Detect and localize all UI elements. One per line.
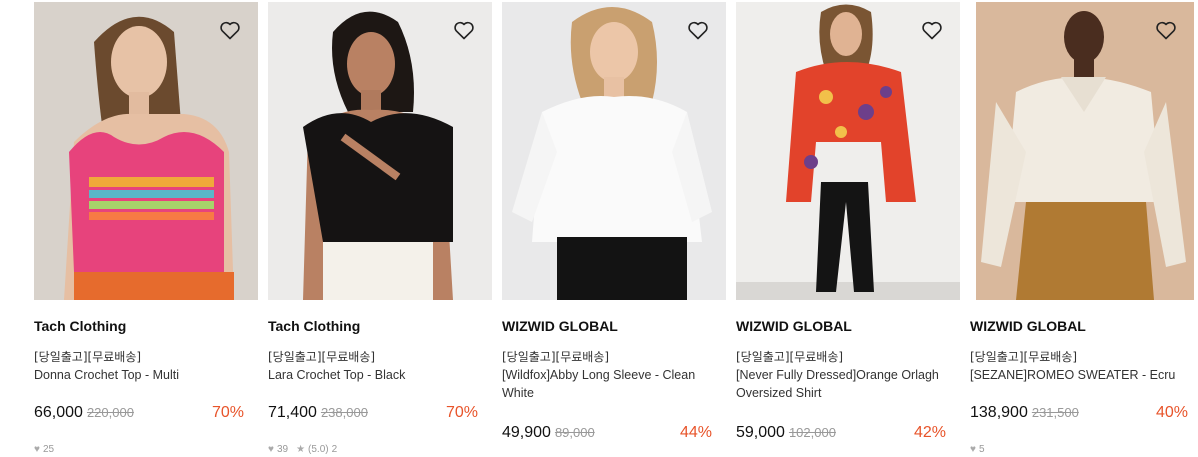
product-card[interactable]: Tach Clothing [당일출고][무료배송] Donna Crochet… [34,0,258,457]
discount-rate: 70% [211,404,244,421]
brand-name[interactable]: WIZWID GLOBAL [970,318,1086,334]
product-name[interactable]: Donna Crochet Top - Multi [34,366,258,384]
heart-icon: ♥ [970,444,976,455]
wishlist-heart-icon[interactable] [452,18,476,42]
shipping-tag: [당일출고][무료배송] [502,350,610,364]
product-photo-white-long-sleeve [502,2,726,300]
discount-rate: 44% [679,424,712,441]
product-grid: Tach Clothing [당일출고][무료배송] Donna Crochet… [0,0,1198,457]
shipping-tag: [당일출고][무료배송] [736,350,844,364]
product-stats: ♥ 39 ★ (5.0) 2 [268,444,337,455]
product-image[interactable] [976,2,1194,300]
original-price: 231,500 [1031,405,1079,420]
product-image[interactable] [736,2,960,300]
product-image[interactable] [34,2,258,300]
wishlist-heart-icon[interactable] [920,18,944,42]
product-photo-orange-shirt [736,2,960,300]
shipping-tag: [당일출고][무료배송] [970,350,1078,364]
product-name[interactable]: Lara Crochet Top - Black [268,366,492,384]
heart-icon: ♥ [268,444,274,455]
like-count: 5 [978,444,985,455]
product-card[interactable]: WIZWID GLOBAL [당일출고][무료배송] [SEZANE]ROMEO… [970,0,1194,457]
product-name[interactable]: [Never Fully Dressed]Orange Orlagh Overs… [736,366,960,402]
shipping-tag: [당일출고][무료배송] [34,350,142,364]
sale-price: 71,400 [268,404,317,421]
price: 138,900 231,500 [970,404,1079,422]
product-card[interactable]: WIZWID GLOBAL [당일출고][무료배송] [Never Fully … [736,0,960,457]
discount-rate: 70% [445,404,478,421]
star-icon: ★ [296,444,306,455]
original-price: 89,000 [554,425,595,440]
product-image[interactable] [502,2,726,300]
wishlist-heart-icon[interactable] [686,18,710,42]
discount-rate: 40% [1155,404,1188,421]
sale-price: 49,900 [502,424,551,441]
price: 49,900 89,000 [502,424,595,442]
original-price: 238,000 [320,405,368,420]
review-count: 2 [331,444,338,455]
product-stats: ♥ 5 [970,444,985,455]
product-photo-ecru-sweater [976,2,1194,300]
original-price: 102,000 [788,425,836,440]
product-stats: ♥ 25 [34,444,54,455]
brand-name[interactable]: Tach Clothing [268,318,360,334]
price: 71,400 238,000 [268,404,368,422]
shipping-tag: [당일출고][무료배송] [268,350,376,364]
like-count: 39 [276,444,289,455]
like-count: 25 [42,444,55,455]
discount-rate: 42% [913,424,946,441]
product-photo-crochet-multi [34,2,258,300]
price: 59,000 102,000 [736,424,836,442]
wishlist-heart-icon[interactable] [218,18,242,42]
original-price: 220,000 [86,405,134,420]
product-name[interactable]: [Wildfox]Abby Long Sleeve - Clean White [502,366,726,402]
price: 66,000 220,000 [34,404,134,422]
product-name[interactable]: [SEZANE]ROMEO SWEATER - Ecru [970,366,1194,384]
product-image[interactable] [268,2,492,300]
brand-name[interactable]: Tach Clothing [34,318,126,334]
sale-price: 66,000 [34,404,83,421]
product-photo-crochet-black [268,2,492,300]
wishlist-heart-icon[interactable] [1154,18,1178,42]
rating-score: (5.0) [308,444,329,455]
brand-name[interactable]: WIZWID GLOBAL [502,318,618,334]
brand-name[interactable]: WIZWID GLOBAL [736,318,852,334]
product-card[interactable]: Tach Clothing [당일출고][무료배송] Lara Crochet … [268,0,492,457]
heart-icon: ♥ [34,444,40,455]
sale-price: 138,900 [970,404,1028,421]
product-card[interactable]: WIZWID GLOBAL [당일출고][무료배송] [Wildfox]Abby… [502,0,726,457]
sale-price: 59,000 [736,424,785,441]
